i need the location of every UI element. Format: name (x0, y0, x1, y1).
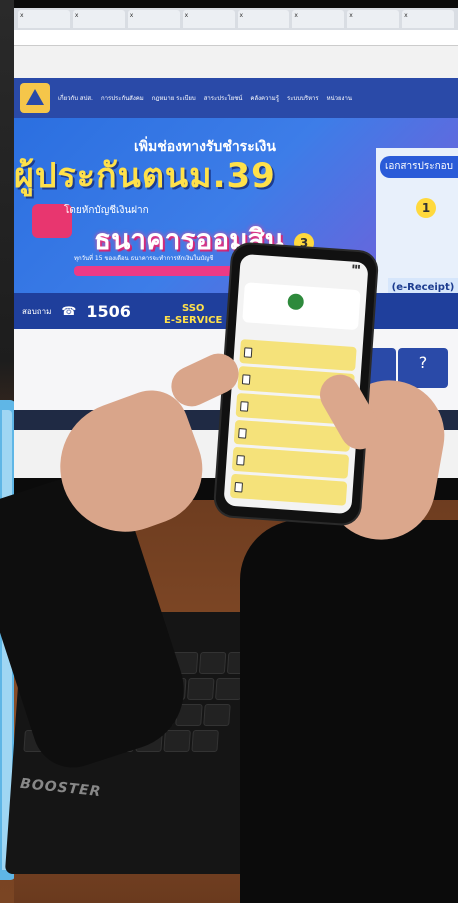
signal-icon: ▮▮▮ (351, 263, 361, 271)
eservice-label: E-SERVICE (164, 315, 223, 326)
banner-debit-line: โดยหักบัญชีเงินฝาก (64, 205, 149, 216)
sso-logo-icon[interactable] (20, 83, 50, 113)
sso-seal-icon (287, 293, 305, 311)
phone-icon: ☎ (61, 304, 77, 318)
phone-menu-label (245, 479, 341, 486)
sso-label: SSO (181, 303, 205, 314)
phone-header-card (242, 282, 361, 331)
phone-time (248, 256, 249, 266)
keyboard-key (198, 652, 227, 674)
nav-item[interactable]: การประกันสังคม (101, 93, 144, 103)
phone-menu-label (255, 344, 351, 351)
photo-scene: x x x x x x x x เกี่ยวกับ สปส. การประกัน… (0, 0, 458, 903)
nav-item[interactable]: ระบบบริหาร (287, 93, 319, 103)
phone-menu-item[interactable] (229, 473, 348, 506)
browser-tab[interactable]: x (127, 10, 180, 28)
document-icon (241, 374, 251, 385)
contact-ask-label: สอบถาม (22, 306, 52, 316)
address-bar[interactable] (14, 30, 458, 46)
banner-title: ผู้ประกันตนม.39 (14, 156, 276, 196)
document-heading: เอกสารประกอบ (380, 156, 458, 178)
browser-tab[interactable]: x (182, 10, 235, 28)
browser-tab[interactable]: x (347, 10, 400, 28)
keyboard-key (191, 730, 219, 752)
right-sleeve (240, 520, 458, 903)
keyboard-key (163, 730, 191, 752)
document-icon (243, 347, 253, 358)
document-icon (236, 455, 245, 466)
phone-menu-label (247, 452, 343, 459)
nav-item[interactable]: กฎหมาย ระเบียบ (152, 93, 196, 103)
browser-tab[interactable]: x (237, 10, 290, 28)
phone-menu-label (249, 425, 345, 432)
hotline-number[interactable]: 1506 (86, 302, 131, 321)
nav-item[interactable]: หน่วยงาน (327, 93, 352, 103)
keyboard-key (215, 678, 243, 700)
site-navbar: เกี่ยวกับ สปส. การประกันสังคม กฎหมาย ระเ… (14, 78, 458, 118)
document-icon (238, 428, 247, 439)
sso-eservice-label[interactable]: SSO E-SERVICE (164, 303, 222, 327)
nav-item[interactable]: สาระประโยชน์ (204, 93, 243, 103)
banner-date-line: ทุกวันที่ 15 ของเดือน ธนาคารจะทำการหักเง… (74, 255, 214, 262)
question-icon: ? (418, 353, 428, 372)
browser-tab[interactable]: x (72, 10, 125, 28)
keyboard-key (187, 678, 215, 700)
browser-tab[interactable]: x (18, 10, 70, 28)
nav-item[interactable]: คลังความรู้ (250, 93, 279, 103)
step-1-badge: 1 (416, 198, 436, 218)
document-icon (234, 481, 243, 493)
browser-tab[interactable]: x (402, 10, 454, 28)
nav-item[interactable]: เกี่ยวกับ สปส. (58, 93, 93, 103)
document-icon (239, 401, 249, 412)
keyboard-key (203, 704, 231, 726)
browser-tab-bar: x x x x x x x x (14, 8, 458, 30)
browser-tab[interactable]: x (292, 10, 345, 28)
